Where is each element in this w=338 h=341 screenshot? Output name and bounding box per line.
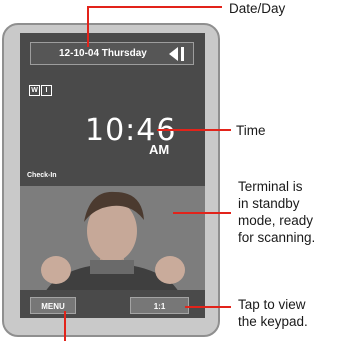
standby-line-3: mode, ready [238,213,314,228]
standby-callout: Terminal is in standby mode, ready for s… [238,178,315,246]
date-day-callout: Date/Day [229,1,286,16]
keypad-line-1: Tap to view [238,297,306,312]
standby-line-1: Terminal is [238,179,303,194]
callout-lines [64,6,231,341]
standby-line-2: in standby [238,196,300,211]
date-callout-line [87,6,222,47]
standby-line-4: for scanning. [238,230,316,245]
keypad-line-2: the keypad. [238,314,308,329]
keypad-callout: Tap to view the keypad. [238,296,308,330]
time-callout: Time [236,123,266,138]
